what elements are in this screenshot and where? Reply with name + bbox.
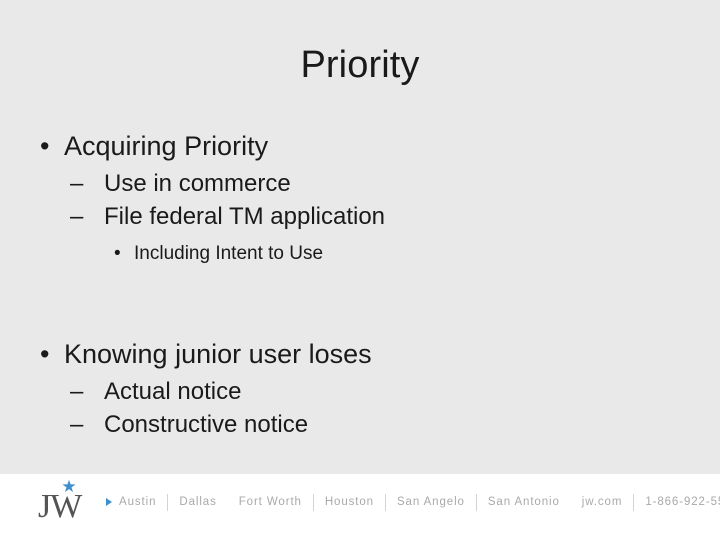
bullet-marker-icon: • xyxy=(40,131,50,161)
bullet-text: Use in commerce xyxy=(104,170,291,197)
slide-body-content: • Acquiring Priority – Use in commerce – File… xyxy=(0,128,720,441)
bullet-marker-icon: – xyxy=(70,411,84,438)
presentation-slide: Priority • Acquiring Priority – Use in comm… xyxy=(0,0,720,540)
bullet-item-level-2: – File federal TM application xyxy=(0,200,720,233)
footer-item-1-866-922-5559[interactable]: 1-866-922-5559 xyxy=(634,496,720,508)
slide-canvas: Priority • Acquiring Priority – Use in comm… xyxy=(0,0,720,474)
bullet-marker-icon: – xyxy=(70,170,84,197)
bullet-text: Including Intent to Use xyxy=(134,243,324,264)
bullet-marker-icon: – xyxy=(70,203,84,230)
slide-title: Priority xyxy=(300,44,420,86)
footer-inner: ★ JW Austin Dallas Fort Worth Houston San An… xyxy=(38,478,720,526)
bullet-group: • Acquiring Priority – Use in commerce – File… xyxy=(0,128,720,268)
bullet-marker-icon: • xyxy=(114,243,121,264)
footer-item-dallas[interactable]: Dallas xyxy=(168,496,227,508)
jw-logo: ★ JW xyxy=(38,478,96,525)
bullet-text: Actual notice xyxy=(104,378,242,405)
bullet-item-level-3: • Including Intent to Use xyxy=(0,240,720,268)
footer-item-fort-worth[interactable]: Fort Worth xyxy=(228,496,313,508)
slide-footer: ★ JW Austin Dallas Fort Worth Houston San An… xyxy=(0,474,720,540)
bullet-item-level-1: • Acquiring Priority xyxy=(0,128,720,165)
footer-item-houston[interactable]: Houston xyxy=(314,496,385,508)
office-list: Austin Dallas Fort Worth Houston San Angelo S… xyxy=(106,482,720,522)
bullet-item-level-2: – Use in commerce xyxy=(0,167,720,200)
logo-wordmark: JW xyxy=(38,488,82,525)
bullet-item-level-2: – Constructive notice xyxy=(0,408,720,441)
arrow-right-icon xyxy=(106,498,112,506)
bullet-text: Acquiring Priority xyxy=(64,131,269,161)
bullet-group: • Knowing junior user loses – Actual notice… xyxy=(0,336,720,441)
bullet-text: Knowing junior user loses xyxy=(64,339,372,369)
bullet-text: Constructive notice xyxy=(104,411,309,438)
footer-item-san-antonio[interactable]: San Antonio xyxy=(477,496,571,508)
footer-item-austin[interactable]: Austin xyxy=(119,496,167,508)
bullet-marker-icon: – xyxy=(70,378,84,405)
bullet-text: File federal TM application xyxy=(104,203,386,230)
bullet-marker-icon: • xyxy=(40,339,50,369)
footer-item-jw-com[interactable]: jw.com xyxy=(571,496,634,508)
bullet-item-level-2: – Actual notice xyxy=(0,375,720,408)
bullet-item-level-1: • Knowing junior user loses xyxy=(0,336,720,373)
footer-item-san-angelo[interactable]: San Angelo xyxy=(386,496,476,508)
